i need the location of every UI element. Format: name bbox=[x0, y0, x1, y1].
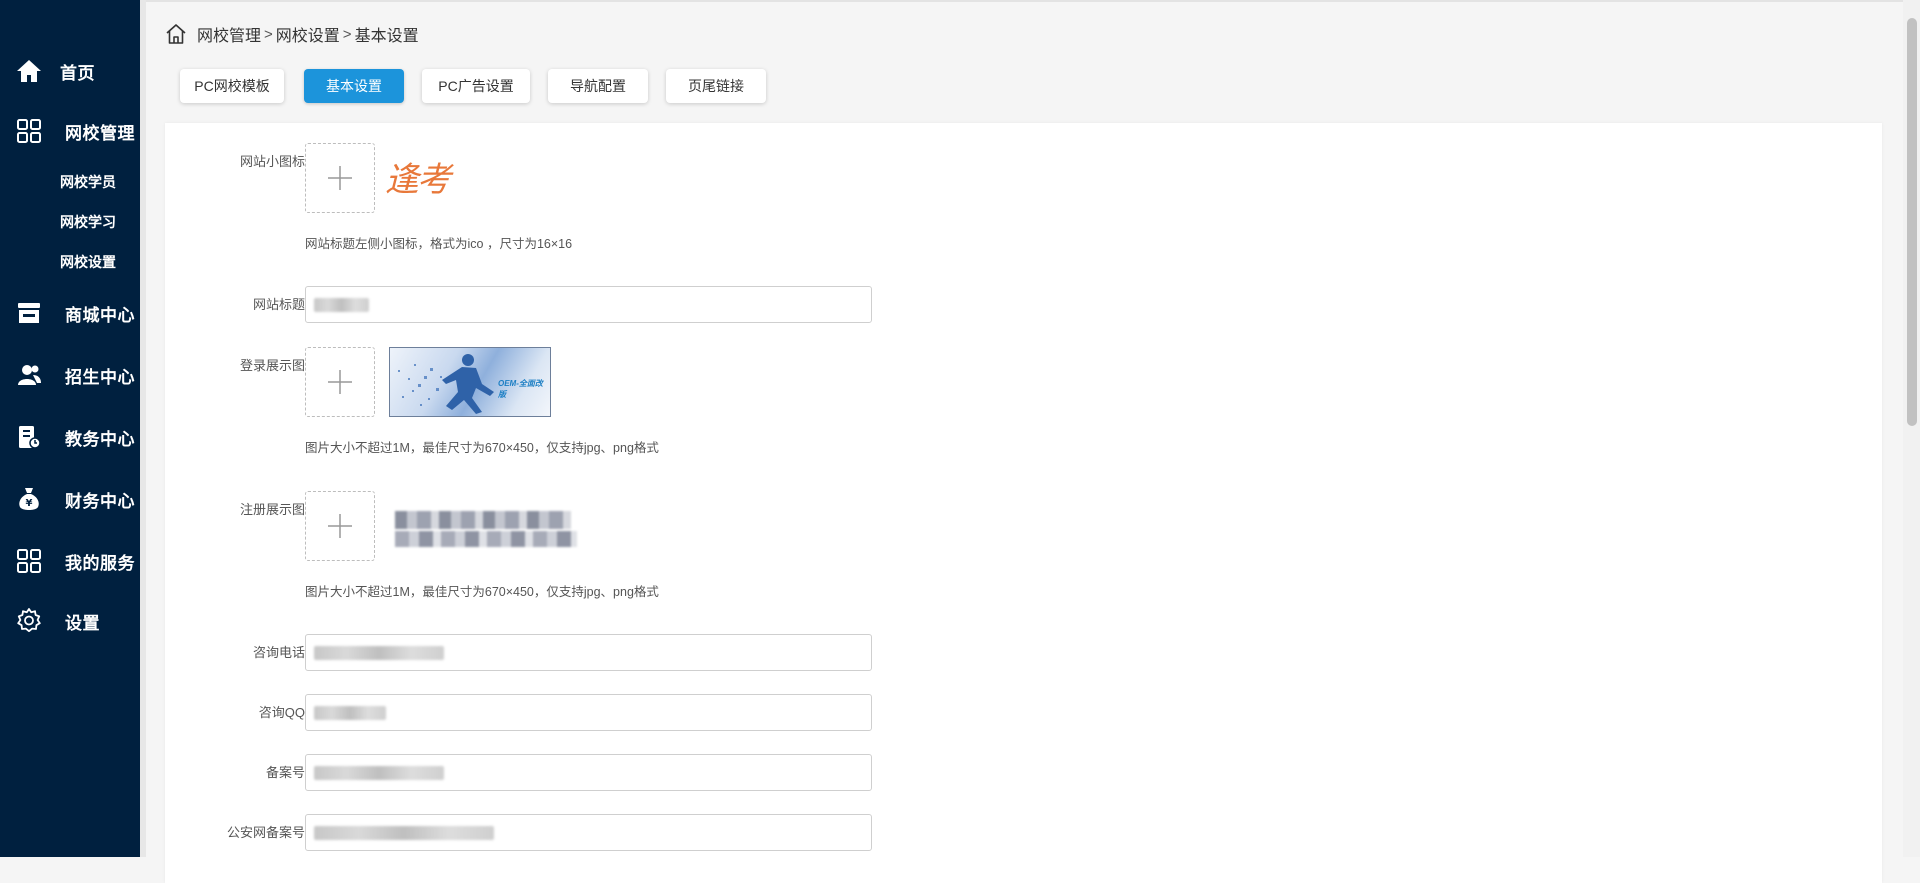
scrollbar-track[interactable] bbox=[1903, 0, 1920, 857]
breadcrumb-item-current: 基本设置 bbox=[354, 28, 419, 45]
clipboard-icon bbox=[15, 423, 43, 451]
sidebar-item-label: 招生中心 bbox=[65, 367, 135, 387]
sidebar-item-school-management[interactable]: 网校管理 bbox=[0, 115, 140, 147]
blurred-value bbox=[314, 297, 369, 312]
money-bag-icon: ¥ bbox=[15, 485, 43, 513]
users-icon bbox=[15, 361, 43, 389]
favicon-label: 网站小图标 bbox=[239, 154, 305, 169]
blurred-value bbox=[314, 825, 494, 840]
plus-icon bbox=[328, 370, 352, 394]
sidebar-item-mall[interactable]: 商城中心 bbox=[0, 297, 140, 329]
tab-pc-ad-settings[interactable]: PC广告设置 bbox=[422, 69, 530, 103]
icp-input[interactable] bbox=[305, 754, 872, 791]
scrollbar-thumb[interactable] bbox=[1907, 18, 1917, 426]
tab-footer-links[interactable]: 页尾链接 bbox=[666, 69, 766, 103]
phone-label: 咨询电话 bbox=[252, 645, 305, 660]
register-image-upload-button[interactable] bbox=[305, 491, 375, 561]
icp-label: 备案号 bbox=[265, 765, 305, 780]
pixelated-image bbox=[395, 511, 571, 529]
login-image-preview-text: OEM-全面改版 bbox=[498, 379, 543, 399]
sidebar-subitem-settings[interactable]: 网校设置 bbox=[60, 252, 116, 272]
favicon-preview: 逢考 bbox=[385, 153, 461, 200]
qq-input[interactable] bbox=[305, 694, 872, 731]
police-record-input[interactable] bbox=[305, 814, 872, 851]
gear-icon bbox=[15, 607, 43, 635]
sidebar-subitem-learning[interactable]: 网校学习 bbox=[60, 212, 116, 232]
favicon-preview-text: 逢考 bbox=[385, 159, 451, 200]
sidebar-subitem-students[interactable]: 网校学员 bbox=[60, 172, 116, 192]
breadcrumb-item[interactable]: 网校设置 bbox=[276, 22, 340, 46]
pixelated-image bbox=[395, 531, 577, 547]
register-image-preview bbox=[395, 511, 577, 551]
login-image-hint: 图片大小不超过1M，最佳尺寸为670×450，仅支持jpg、png格式 bbox=[305, 441, 659, 455]
sidebar-item-label: 设置 bbox=[65, 613, 100, 633]
breadcrumb-separator: > bbox=[342, 25, 352, 43]
top-border bbox=[146, 0, 1920, 2]
plus-icon bbox=[328, 166, 352, 190]
sidebar-item-academic[interactable]: 教务中心 bbox=[0, 421, 140, 453]
tab-pc-template[interactable]: PC网校模板 bbox=[180, 69, 284, 103]
login-image-upload-button[interactable] bbox=[305, 347, 375, 417]
favicon-hint: 网站标题左侧小图标，格式为ico ，尺寸为16×16 bbox=[305, 237, 573, 251]
qq-label: 咨询QQ bbox=[258, 705, 305, 720]
breadcrumb-item[interactable]: 网校管理 bbox=[197, 22, 261, 46]
sidebar-item-enrollment[interactable]: 招生中心 bbox=[0, 359, 140, 391]
sidebar-item-my-services[interactable]: 我的服务 bbox=[0, 545, 140, 577]
favicon-upload-button[interactable] bbox=[305, 143, 375, 213]
svg-text:¥: ¥ bbox=[26, 498, 33, 509]
sidebar: 首页 网校管理 网校学员 网校学习 网校设置 商城中心 招生中心 教务中心 ¥ … bbox=[0, 0, 140, 857]
blurred-value bbox=[314, 645, 444, 660]
sidebar-item-label: 教务中心 bbox=[65, 429, 135, 449]
sidebar-item-label: 我的服务 bbox=[65, 553, 135, 573]
blurred-value bbox=[314, 705, 386, 720]
sidebar-item-finance[interactable]: ¥ 财务中心 bbox=[0, 483, 140, 515]
sidebar-item-label: 网校管理 bbox=[65, 123, 135, 143]
grid-icon bbox=[15, 547, 43, 575]
tab-nav-config[interactable]: 导航配置 bbox=[548, 69, 648, 103]
register-image-hint: 图片大小不超过1M，最佳尺寸为670×450，仅支持jpg、png格式 bbox=[305, 585, 659, 599]
sidebar-item-label: 首页 bbox=[60, 63, 95, 83]
register-image-label: 注册展示图 bbox=[239, 502, 305, 517]
home-outline-icon[interactable] bbox=[165, 23, 187, 45]
login-image-label: 登录展示图 bbox=[239, 358, 305, 373]
site-title-input[interactable] bbox=[305, 286, 872, 323]
plus-icon bbox=[328, 514, 352, 538]
sidebar-item-settings[interactable]: 设置 bbox=[0, 605, 140, 637]
sidebar-item-label: 财务中心 bbox=[65, 491, 135, 511]
grid-icon bbox=[15, 117, 43, 145]
blurred-value bbox=[314, 765, 444, 780]
site-title-label: 网站标题 bbox=[252, 297, 305, 312]
breadcrumb: 网校管理 > 网校设置 > 基本设置 bbox=[165, 22, 419, 46]
breadcrumb-separator: > bbox=[264, 25, 273, 43]
sidebar-item-home[interactable]: 首页 bbox=[0, 55, 140, 87]
police-record-label: 公安网备案号 bbox=[226, 825, 305, 840]
settings-form-panel: 网站小图标 逢考 网站标题左侧小图标，格式为ico ，尺寸为16×16 网站标题… bbox=[165, 123, 1882, 883]
login-image-preview: OEM-全面改版 bbox=[389, 347, 551, 417]
sidebar-item-label: 商城中心 bbox=[65, 305, 135, 325]
tab-basic-settings[interactable]: 基本设置 bbox=[304, 69, 404, 103]
phone-input[interactable] bbox=[305, 634, 872, 671]
store-icon bbox=[15, 299, 43, 327]
sidebar-divider bbox=[140, 0, 146, 857]
home-icon bbox=[15, 57, 43, 85]
